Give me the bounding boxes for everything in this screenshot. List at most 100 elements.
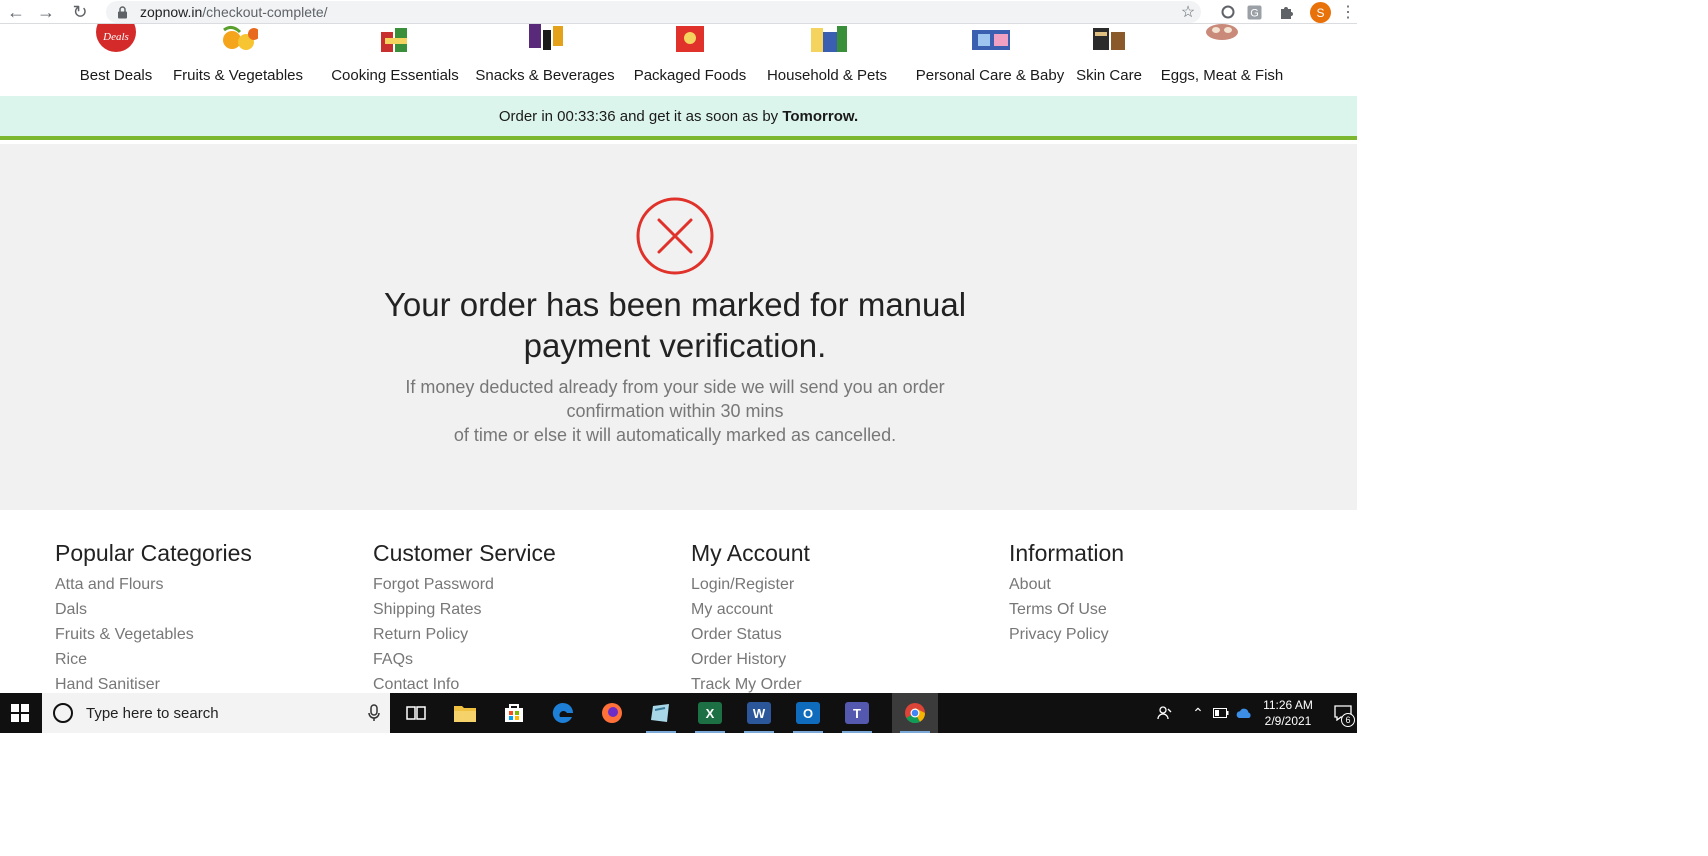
url-text: zopnow.in/checkout-complete/	[140, 4, 328, 20]
footer-information: Information About Terms Of Use Privacy P…	[1009, 540, 1124, 647]
description-line-2: confirmation within 30 mins	[566, 401, 784, 421]
banner-text: Order in 00:33:36 and get it as soon as …	[498, 107, 779, 125]
file-explorer-icon[interactable]	[442, 693, 488, 733]
running-indicator	[900, 731, 930, 733]
fruits-thumbnail	[218, 24, 258, 54]
footer-heading: Customer Service	[373, 540, 556, 566]
outlook-icon[interactable]: O	[785, 693, 831, 733]
task-view-icon[interactable]	[393, 693, 439, 733]
running-indicator	[744, 731, 774, 733]
category-household-pets[interactable]: Household & Pets	[752, 24, 902, 96]
category-fruits-vegetables[interactable]: Fruits & Vegetables	[158, 24, 318, 96]
category-label: Cooking Essentials	[331, 67, 459, 84]
footer-link[interactable]: Dals	[55, 597, 252, 622]
description-line-3: of time or else it will automatically ma…	[453, 425, 897, 445]
puzzle-extensions-icon[interactable]	[1276, 2, 1296, 22]
category-personal-care-baby[interactable]: Personal Care & Baby	[900, 24, 1080, 96]
extension-g-icon[interactable]: G	[1244, 2, 1264, 22]
edge-icon[interactable]	[540, 693, 586, 733]
chrome-icon[interactable]	[892, 693, 938, 733]
order-status-panel: Your order has been marked for manual pa…	[0, 144, 1357, 510]
people-icon[interactable]	[1152, 693, 1178, 733]
word-icon[interactable]: W	[736, 693, 782, 733]
footer-link[interactable]: Shipping Rates	[373, 597, 556, 622]
running-indicator	[695, 731, 725, 733]
footer-link[interactable]: About	[1009, 572, 1124, 597]
delivery-banner: Order in 00:33:36 and get it as soon as …	[0, 96, 1357, 140]
category-nav: Deals Best Deals Fruits & Vegetables Coo…	[0, 24, 1357, 96]
household-thumbnail	[807, 24, 847, 54]
snacks-thumbnail	[525, 24, 565, 54]
category-skin-care[interactable]: Skin Care	[1066, 24, 1152, 96]
category-snacks-beverages[interactable]: Snacks & Beverages	[465, 24, 625, 96]
footer-link[interactable]: Terms Of Use	[1009, 597, 1124, 622]
status-headline: Your order has been marked for manual pa…	[330, 284, 1020, 366]
footer-customer-service: Customer Service Forgot Password Shippin…	[373, 540, 556, 697]
back-arrow-icon[interactable]: ←	[6, 2, 26, 22]
extension-circle-icon[interactable]	[1218, 2, 1238, 22]
footer-heading: Information	[1009, 540, 1125, 566]
menu-kebab-icon[interactable]: ⋮	[1338, 2, 1357, 22]
running-indicator	[842, 731, 872, 733]
svg-text:Deals: Deals	[102, 31, 129, 43]
eggs-meat-thumbnail	[1202, 24, 1242, 54]
status-description: If money deducted already from your side…	[330, 375, 1020, 447]
store-icon[interactable]	[491, 693, 537, 733]
footer-heading: Popular Categories	[55, 540, 252, 566]
skin-care-thumbnail	[1089, 24, 1129, 54]
forward-arrow-icon[interactable]: →	[36, 2, 56, 22]
windows-start-icon[interactable]	[0, 693, 40, 733]
lock-icon	[116, 5, 128, 19]
footer-link[interactable]: My account	[691, 597, 810, 622]
firefox-icon[interactable]	[589, 693, 635, 733]
footer-link[interactable]: FAQs	[373, 647, 556, 672]
outlook-glyph: O	[796, 702, 820, 724]
footer-link[interactable]: Privacy Policy	[1009, 622, 1124, 647]
address-bar[interactable]: zopnow.in/checkout-complete/	[106, 1, 1201, 23]
footer-link[interactable]: Order History	[691, 647, 810, 672]
banner-highlight: Tomorrow.	[782, 107, 859, 125]
url-path: /checkout-complete/	[202, 4, 328, 20]
footer-link[interactable]: Login/Register	[691, 572, 810, 597]
category-eggs-meat-fish[interactable]: Eggs, Meat & Fish	[1150, 24, 1294, 96]
category-label: Personal Care & Baby	[915, 67, 1065, 84]
category-label: Fruits & Vegetables	[172, 67, 304, 84]
category-label: Skin Care	[1076, 67, 1142, 84]
personal-care-thumbnail	[970, 24, 1010, 54]
footer-popular-categories: Popular Categories Atta and Flours Dals …	[55, 540, 252, 697]
onedrive-cloud-icon[interactable]	[1234, 693, 1254, 733]
cooking-thumbnail	[375, 24, 415, 54]
system-clock[interactable]: 11:26 AM 2/9/2021	[1252, 697, 1324, 729]
app-icon[interactable]	[638, 693, 684, 733]
chevron-up-icon[interactable]: ⌃	[1188, 693, 1208, 733]
battery-icon[interactable]	[1210, 693, 1232, 733]
site-footer: Popular Categories Atta and Flours Dals …	[0, 510, 1357, 695]
footer-link[interactable]: Forgot Password	[373, 572, 556, 597]
headline-line-2: payment verification.	[523, 327, 827, 364]
footer-link[interactable]: Order Status	[691, 622, 810, 647]
category-label: Snacks & Beverages	[475, 67, 615, 84]
footer-link[interactable]: Atta and Flours	[55, 572, 252, 597]
clock-date: 2/9/2021	[1264, 714, 1312, 728]
action-center-icon[interactable]: 6	[1328, 693, 1357, 733]
word-glyph: W	[747, 702, 771, 724]
microphone-icon[interactable]	[368, 704, 380, 722]
excel-icon[interactable]: X	[687, 693, 733, 733]
footer-link[interactable]: Fruits & Vegetables	[55, 622, 252, 647]
category-label: Packaged Foods	[633, 67, 747, 84]
footer-link[interactable]: Rice	[55, 647, 252, 672]
running-indicator	[793, 731, 823, 733]
category-packaged-foods[interactable]: Packaged Foods	[625, 24, 755, 96]
profile-avatar[interactable]: S	[1310, 2, 1331, 23]
url-domain: zopnow.in	[140, 4, 203, 20]
bookmark-star-icon[interactable]: ☆	[1178, 2, 1198, 22]
taskbar-search-box[interactable]: Type here to search	[42, 693, 390, 733]
svg-text:G: G	[1250, 7, 1259, 19]
windows-taskbar: Type here to search X W O T ⌃ 11:26 AM 2…	[0, 693, 1357, 733]
search-placeholder: Type here to search	[86, 704, 219, 722]
category-cooking-essentials[interactable]: Cooking Essentials	[315, 24, 475, 96]
footer-my-account: My Account Login/Register My account Ord…	[691, 540, 810, 697]
footer-link[interactable]: Return Policy	[373, 622, 556, 647]
reload-icon[interactable]: ↻	[70, 2, 90, 22]
teams-icon[interactable]: T	[834, 693, 880, 733]
